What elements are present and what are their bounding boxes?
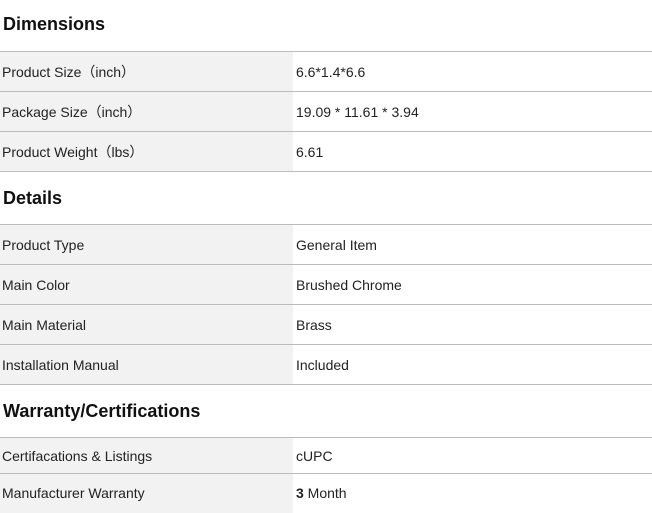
row-label: Main Material xyxy=(0,304,293,345)
table-row: Product Weight（lbs） 6.61 xyxy=(0,131,652,172)
row-label: Product Type xyxy=(0,224,293,265)
row-label: Package Size（inch） xyxy=(0,91,293,132)
row-value: cUPC xyxy=(293,437,652,474)
table-row: Product Size（inch） 6.6*1.4*6.6 xyxy=(0,51,652,92)
row-label: Product Weight（lbs） xyxy=(0,131,293,172)
warranty-months-number: 3 xyxy=(296,485,304,502)
section-title-details: Details xyxy=(3,188,63,208)
table-row: Certifacations & Listings cUPC xyxy=(0,437,652,474)
row-value: 3 Month xyxy=(293,473,652,513)
row-value: 19.09 * 11.61 * 3.94 xyxy=(293,91,652,132)
row-value: General Item xyxy=(293,224,652,265)
dimensions-table: Product Size（inch） 6.6*1.4*6.6 Package S… xyxy=(0,51,652,172)
section-title-warranty: Warranty/Certifications xyxy=(3,401,201,421)
row-value: 6.6*1.4*6.6 xyxy=(293,51,652,92)
details-table: Product Type General Item Main Color Bru… xyxy=(0,224,652,385)
table-row: Manufacturer Warranty 3 Month xyxy=(0,473,652,513)
row-label: Installation Manual xyxy=(0,344,293,385)
table-row: Main Color Brushed Chrome xyxy=(0,264,652,305)
warranty-months-unit: Month xyxy=(303,485,347,502)
section-title-dimensions: Dimensions xyxy=(3,14,106,34)
row-label: Certifacations & Listings xyxy=(0,437,293,474)
row-value: 6.61 xyxy=(293,131,652,172)
row-label: Product Size（inch） xyxy=(0,51,293,92)
table-row: Installation Manual Included xyxy=(0,344,652,385)
row-value: Brass xyxy=(293,304,652,345)
table-row: Main Material Brass xyxy=(0,304,652,345)
row-label: Manufacturer Warranty xyxy=(0,473,293,513)
row-value: Brushed Chrome xyxy=(293,264,652,305)
table-row: Product Type General Item xyxy=(0,224,652,265)
table-row: Package Size（inch） 19.09 * 11.61 * 3.94 xyxy=(0,91,652,132)
warranty-table: Certifacations & Listings cUPC Manufactu… xyxy=(0,437,652,513)
row-label: Main Color xyxy=(0,264,293,305)
row-value: Included xyxy=(293,344,652,385)
